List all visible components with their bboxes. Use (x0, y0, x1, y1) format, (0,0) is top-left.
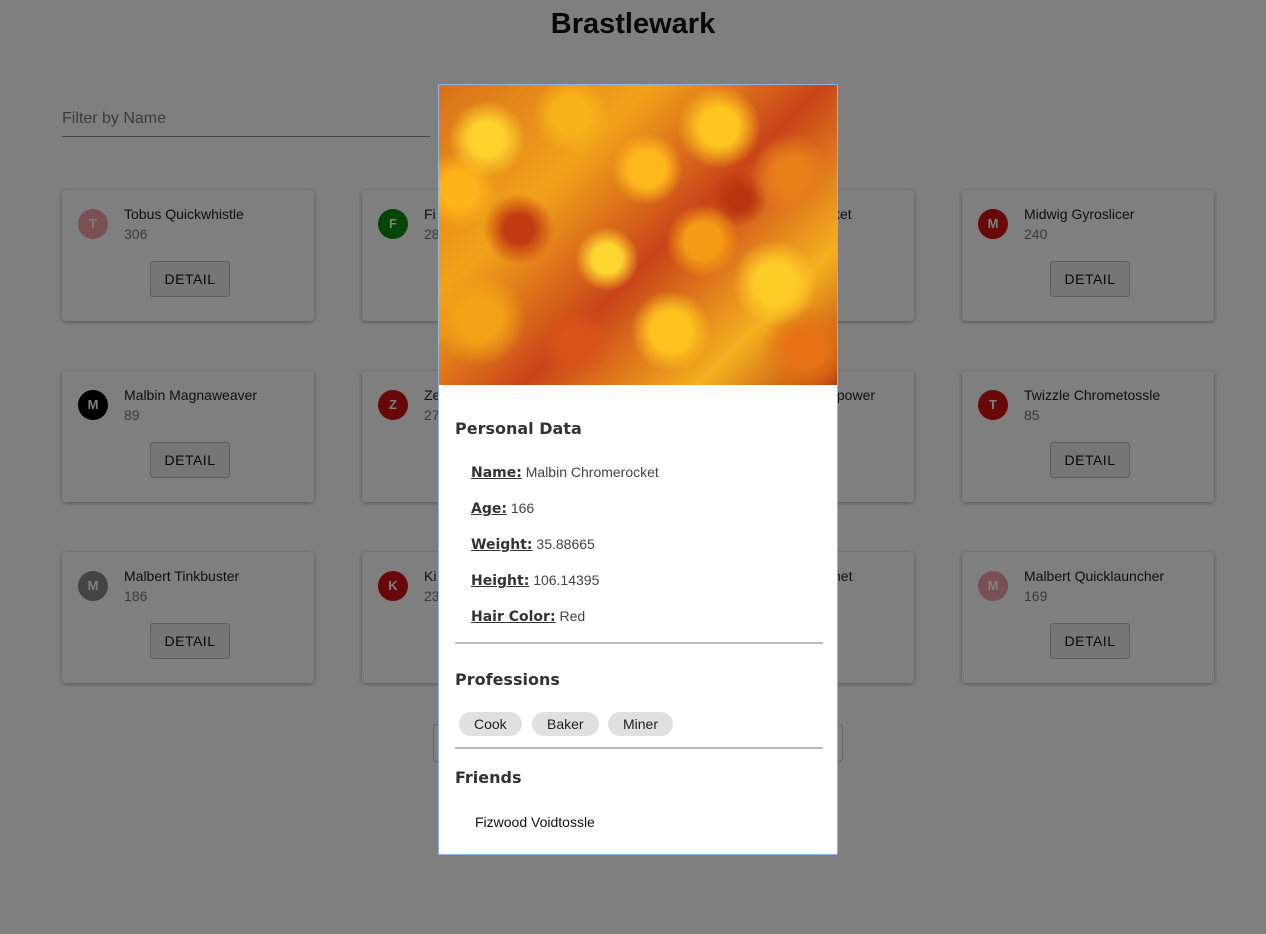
field-key: Weight: (471, 537, 533, 553)
professions-title: Professions (455, 670, 560, 689)
profession-chip: Miner (608, 712, 674, 736)
field-weight: Weight: 35.88665 (471, 536, 595, 553)
field-value: 35.88665 (536, 536, 595, 552)
field-key: Name: (471, 465, 522, 481)
autumn-leaves-image (439, 85, 837, 385)
field-name: Name: Malbin Chromerocket (471, 464, 659, 481)
friends-title: Friends (455, 768, 522, 787)
field-value: 106.14395 (533, 572, 600, 588)
field-value: Malbin Chromerocket (525, 464, 659, 480)
field-value: Red (559, 608, 586, 624)
divider (455, 642, 823, 644)
personal-data-title: Personal Data (455, 419, 582, 438)
field-height: Height: 106.14395 (471, 572, 599, 589)
field-value: 166 (510, 500, 535, 516)
field-key: Height: (471, 573, 530, 589)
friend-item[interactable]: Fizwood Voidtossle (475, 814, 595, 830)
divider (455, 747, 823, 749)
field-hair-color: Hair Color: Red (471, 608, 585, 625)
field-key: Age: (471, 501, 507, 517)
profession-chip: Cook (459, 712, 522, 736)
field-age: Age: 166 (471, 500, 534, 517)
detail-modal: Personal Data Name: Malbin Chromerocket … (438, 84, 838, 855)
profession-chip: Baker (532, 712, 599, 736)
field-key: Hair Color: (471, 609, 556, 625)
